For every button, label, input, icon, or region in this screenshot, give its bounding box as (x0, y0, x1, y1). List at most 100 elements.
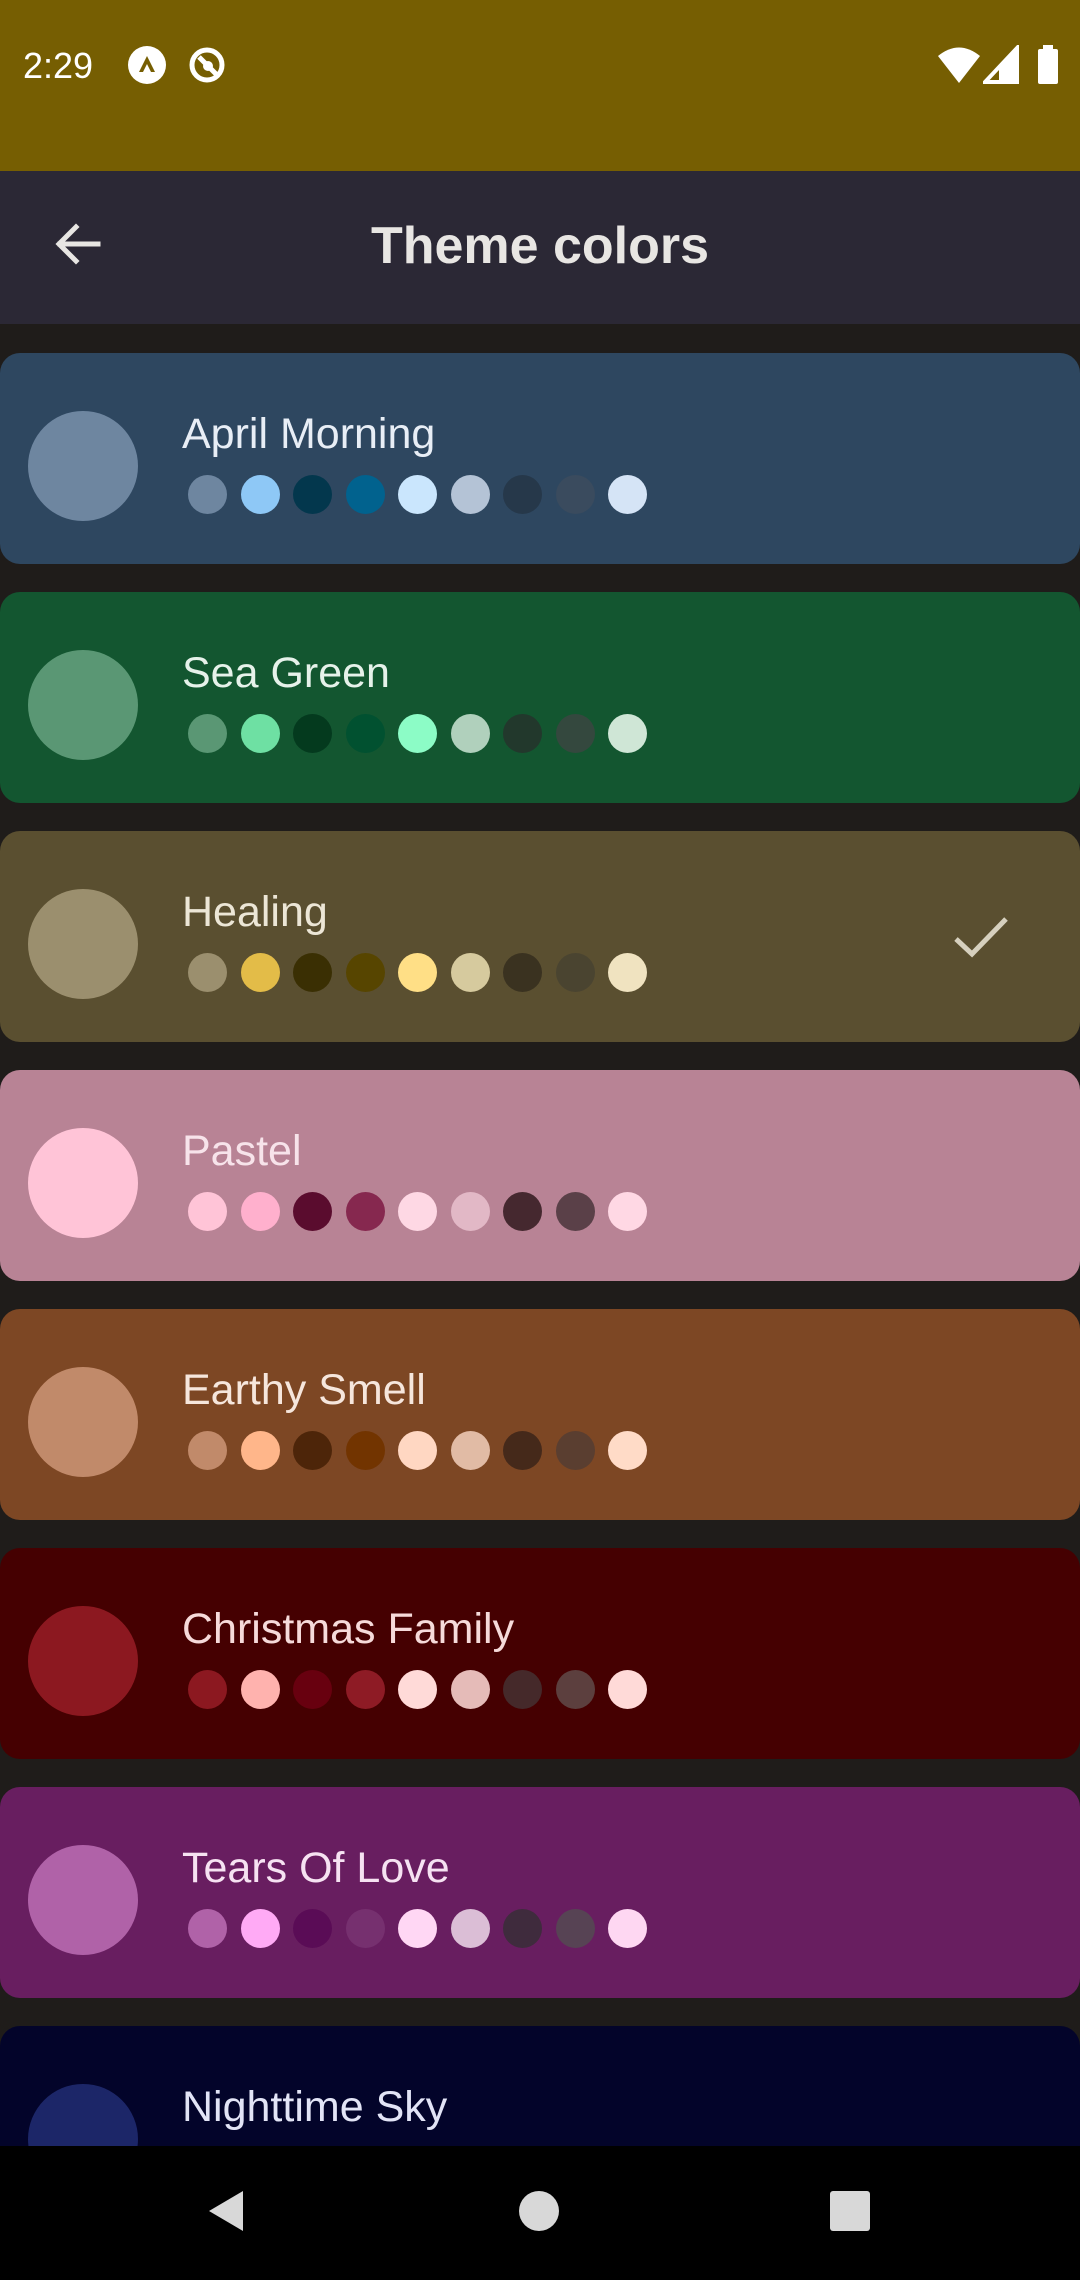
theme-color-dot (451, 1192, 490, 1231)
theme-color-dot (608, 1192, 647, 1231)
theme-color-dot (503, 953, 542, 992)
theme-color-dot (293, 714, 332, 753)
theme-color-dot (451, 1670, 490, 1709)
check-icon (950, 911, 1012, 963)
theme-color-dot (503, 1909, 542, 1948)
theme-color-dot (556, 953, 595, 992)
theme-color-dot (451, 953, 490, 992)
theme-primary-swatch (28, 2084, 138, 2146)
theme-color-dot (241, 714, 280, 753)
nav-recents-button[interactable] (815, 2178, 885, 2248)
theme-card[interactable]: Nighttime Sky (0, 2026, 1080, 2146)
theme-color-dot (608, 714, 647, 753)
theme-color-dot (398, 1909, 437, 1948)
theme-name: April Morning (182, 410, 436, 458)
theme-primary-swatch (28, 1128, 138, 1238)
theme-primary-swatch (28, 650, 138, 760)
app-bar: Theme colors (0, 171, 1080, 324)
theme-card[interactable]: Pastel (0, 1070, 1080, 1281)
theme-color-dot (346, 475, 385, 514)
theme-color-dot (398, 714, 437, 753)
status-bar: 2:29 (0, 0, 1080, 171)
app-notification-icon (127, 45, 167, 85)
theme-card[interactable]: Sea Green (0, 592, 1080, 803)
theme-name: Pastel (182, 1127, 302, 1175)
theme-color-dot (398, 475, 437, 514)
theme-color-dot (451, 1431, 490, 1470)
home-circle-icon (517, 2189, 561, 2238)
theme-color-dot (188, 714, 227, 753)
theme-color-dot (346, 714, 385, 753)
theme-card[interactable]: Tears Of Love (0, 1787, 1080, 1998)
theme-color-dot (188, 1192, 227, 1231)
theme-color-dot (241, 1670, 280, 1709)
theme-color-dot (398, 953, 437, 992)
wifi-icon (937, 45, 981, 90)
theme-primary-swatch (28, 1367, 138, 1477)
theme-name: Christmas Family (182, 1605, 515, 1653)
theme-color-dot (556, 1670, 595, 1709)
theme-card[interactable]: Christmas Family (0, 1548, 1080, 1759)
theme-color-dot (188, 1670, 227, 1709)
theme-color-dot (293, 1909, 332, 1948)
theme-color-dot (608, 1670, 647, 1709)
theme-name: Healing (182, 888, 328, 936)
theme-color-dot (241, 953, 280, 992)
circle-slash-icon (187, 45, 227, 85)
theme-card[interactable]: April Morning (0, 353, 1080, 564)
theme-color-dot (241, 475, 280, 514)
theme-color-dot (556, 1909, 595, 1948)
nav-home-button[interactable] (504, 2178, 574, 2248)
theme-color-dot (188, 953, 227, 992)
nav-back-button[interactable] (190, 2178, 260, 2248)
battery-icon (1037, 45, 1059, 90)
theme-color-dot (503, 1192, 542, 1231)
theme-color-dot (293, 1431, 332, 1470)
theme-color-dot (346, 953, 385, 992)
theme-color-dot (398, 1192, 437, 1231)
status-time: 2:29 (23, 45, 94, 86)
theme-card[interactable]: Healing (0, 831, 1080, 1042)
theme-color-dot (556, 1431, 595, 1470)
theme-color-dot (451, 714, 490, 753)
theme-card[interactable]: Earthy Smell (0, 1309, 1080, 1520)
theme-color-dot (188, 475, 227, 514)
theme-color-dot (293, 1670, 332, 1709)
theme-color-dot (398, 1431, 437, 1470)
theme-color-dot (503, 714, 542, 753)
theme-color-dot (293, 475, 332, 514)
theme-color-dot (188, 1909, 227, 1948)
theme-color-dot (398, 1670, 437, 1709)
theme-name: Tears Of Love (182, 1844, 450, 1892)
theme-color-dot (503, 1670, 542, 1709)
theme-color-dot (556, 475, 595, 514)
theme-color-dot (188, 1431, 227, 1470)
theme-color-dot (503, 1431, 542, 1470)
theme-color-dot (608, 1431, 647, 1470)
theme-primary-swatch (28, 1845, 138, 1955)
recents-square-icon (828, 2189, 872, 2238)
navigation-bar (0, 2146, 1080, 2280)
theme-color-dot (241, 1192, 280, 1231)
theme-color-dot (346, 1670, 385, 1709)
theme-color-dot (293, 1192, 332, 1231)
back-triangle-icon (203, 2187, 247, 2240)
theme-name: Earthy Smell (182, 1366, 426, 1414)
screen: 2:29 Theme colors April Morning Sea Gree… (0, 0, 1080, 2280)
theme-primary-swatch (28, 411, 138, 521)
theme-color-dot (608, 475, 647, 514)
theme-primary-swatch (28, 889, 138, 999)
theme-color-dot (293, 953, 332, 992)
theme-color-dot (608, 953, 647, 992)
theme-name: Nighttime Sky (182, 2083, 448, 2131)
theme-color-dot (451, 475, 490, 514)
theme-primary-swatch (28, 1606, 138, 1716)
theme-color-dot (346, 1431, 385, 1470)
signal-icon (980, 42, 1019, 90)
theme-color-dot (241, 1909, 280, 1948)
theme-color-dot (451, 1909, 490, 1948)
theme-color-dot (241, 1431, 280, 1470)
theme-color-dot (346, 1192, 385, 1231)
theme-color-dot (503, 475, 542, 514)
theme-color-dot (556, 714, 595, 753)
